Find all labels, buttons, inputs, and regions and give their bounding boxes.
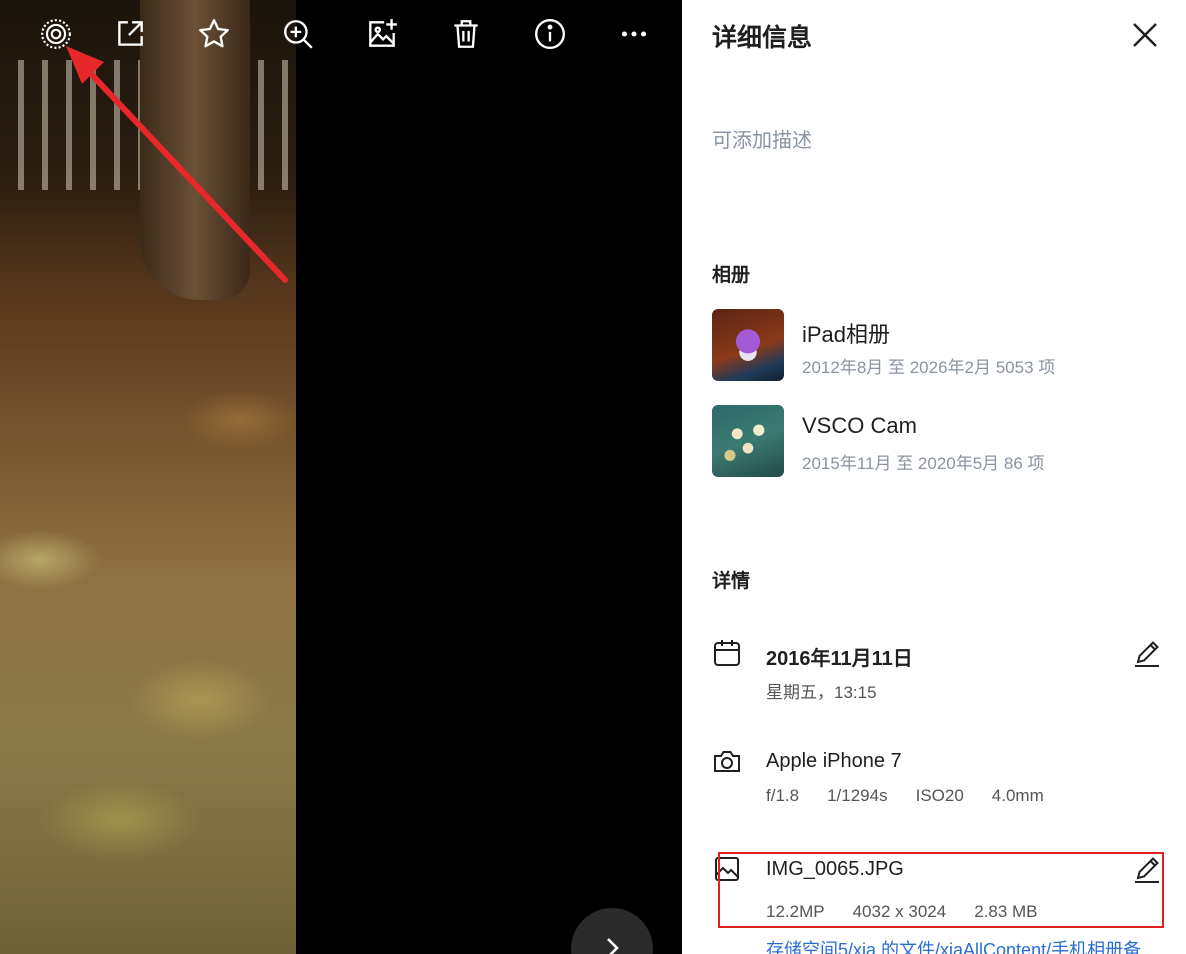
camera-icon	[712, 746, 742, 776]
favorite-button[interactable]	[192, 12, 236, 56]
megapixels: 12.2MP	[766, 902, 825, 921]
zoom-in-icon	[284, 20, 313, 49]
album-meta: 2012年8月 至 2026年2月 5053 项	[802, 358, 1056, 377]
details-panel: 详细信息 可添加描述 相册 iPad相册 2012年8月 至 2026年2月 5…	[682, 0, 1186, 954]
pencil-icon	[1135, 857, 1159, 883]
camera-model: Apple iPhone 7	[766, 750, 902, 772]
more-button[interactable]	[612, 12, 656, 56]
info-icon	[535, 19, 565, 49]
details-section-label: 详情	[712, 571, 751, 592]
edit-filename-button[interactable]	[1132, 854, 1162, 884]
album-thumbnail	[712, 309, 784, 381]
live-photo-button[interactable]	[34, 12, 78, 56]
iso: ISO20	[915, 786, 964, 805]
close-icon	[1133, 23, 1157, 47]
resolution: 4032 x 3024	[852, 902, 947, 921]
close-button[interactable]	[1128, 18, 1162, 52]
next-photo-button[interactable]	[571, 908, 653, 954]
album-item-vsco[interactable]: VSCO Cam 2015年11月 至 2020年5月 86 项	[712, 405, 1152, 477]
file-size: 2.83 MB	[974, 902, 1038, 921]
trash-icon	[454, 20, 478, 48]
photo-viewer	[0, 0, 682, 954]
image-file-icon	[712, 854, 742, 884]
chevron-right-icon	[607, 938, 619, 954]
zoom-in-button[interactable]	[276, 12, 320, 56]
album-thumbnail	[712, 405, 784, 477]
camera-row: Apple iPhone 7 f/1.8 1/1294s ISO20 4.0mm	[712, 746, 1152, 806]
open-external-icon	[118, 21, 143, 46]
aperture: f/1.8	[766, 786, 800, 805]
file-name: IMG_0065.JPG	[766, 858, 904, 880]
add-to-album-icon	[369, 19, 397, 47]
album-name: VSCO Cam	[802, 413, 917, 438]
album-meta: 2015年11月 至 2020年5月 86 项	[802, 454, 1045, 473]
delete-button[interactable]	[444, 12, 488, 56]
focal-length: 4.0mm	[991, 786, 1044, 805]
info-button[interactable]	[528, 12, 572, 56]
camera-specs: f/1.8 1/1294s ISO20 4.0mm	[766, 786, 1072, 806]
photo-image[interactable]	[0, 0, 296, 954]
file-specs: 12.2MP 4032 x 3024 2.83 MB	[766, 902, 1066, 922]
panel-title: 详细信息	[712, 24, 813, 52]
albums-section-label: 相册	[712, 265, 751, 286]
album-name: iPad相册	[802, 322, 891, 347]
date-text: 2016年11月11日	[766, 648, 913, 670]
calendar-icon	[712, 638, 742, 668]
add-to-album-button[interactable]	[360, 12, 404, 56]
shutter-speed: 1/1294s	[827, 786, 888, 805]
share-button[interactable]	[108, 12, 152, 56]
viewer-toolbar	[0, 0, 682, 70]
date-subtext: 星期五，13:15	[766, 683, 877, 702]
album-item-ipad[interactable]: iPad相册 2012年8月 至 2026年2月 5053 项	[712, 309, 1152, 381]
file-row: IMG_0065.JPG 12.2MP 4032 x 3024 2.83 MB	[712, 854, 1159, 924]
description-field[interactable]: 可添加描述	[712, 124, 812, 153]
edit-date-button[interactable]	[1132, 638, 1162, 668]
more-icon	[621, 31, 647, 37]
star-icon	[199, 19, 229, 48]
live-photo-icon	[41, 19, 71, 49]
date-row: 2016年11月11日 星期五，13:15	[712, 638, 1159, 702]
pencil-icon	[1135, 641, 1159, 667]
file-path-link[interactable]: 存储空间5/xia 的文件/xiaAllContent/手机相册备	[766, 936, 1141, 954]
